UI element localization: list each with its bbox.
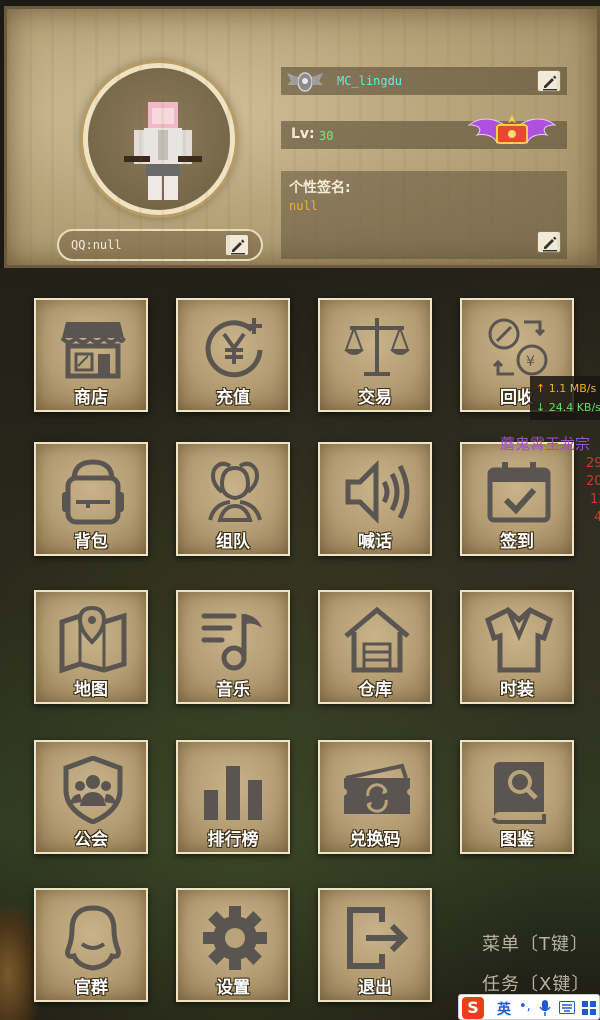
menu-button-map[interactable]: 地图 (34, 590, 148, 704)
side-panel-number: 29 (586, 456, 600, 471)
signature-label: 个性签名: (289, 180, 351, 196)
keyboard-icon[interactable] (559, 1001, 575, 1014)
speaker-icon (345, 459, 410, 525)
svg-text:¥: ¥ (526, 354, 535, 370)
qq-field: QQ:null (57, 229, 263, 261)
menu-button-settings[interactable]: 设置 (176, 888, 290, 1002)
ime-language-toggle[interactable]: 英 (497, 999, 511, 1019)
level-value: 30 (319, 129, 334, 143)
menu-label: 组队 (216, 532, 250, 552)
menu-button-shout[interactable]: 喊话 (318, 442, 432, 556)
shirt-icon (484, 606, 554, 673)
menu-button-signin[interactable]: 签到 (460, 442, 574, 556)
yen-plus-icon (205, 318, 263, 378)
calendar-check-icon (487, 462, 551, 523)
network-speed-widget: ↑ 1.1 MB/s ↓ 24.4 KB/s (530, 376, 600, 420)
side-panel-number: 4 (594, 510, 600, 525)
vip-wing-badge-icon (467, 115, 557, 144)
upload-speed: ↑ 1.1 MB/s (536, 382, 597, 395)
side-panel-number: 13 (590, 492, 600, 507)
ime-toolbar[interactable]: S 英 •, (458, 994, 600, 1020)
download-speed: ↓ 24.4 KB/s (536, 401, 600, 414)
scales-icon (344, 318, 410, 376)
backpack-icon (62, 459, 124, 525)
menu-label: 商店 (74, 388, 108, 408)
signature-box: 个性签名: null (281, 171, 567, 259)
shop-icon (60, 322, 126, 379)
menu-button-shop[interactable]: 商店 (34, 298, 148, 412)
pencil-icon (231, 239, 245, 255)
menu-label: 排行榜 (207, 830, 259, 850)
menu-button-codex[interactable]: 图鉴 (460, 740, 574, 854)
side-panel-title: 蘑鬼霄王龙宗 (500, 435, 591, 453)
team-icon (208, 461, 262, 522)
map-icon (59, 606, 127, 674)
menu-label: 官群 (74, 978, 108, 998)
menu-label: 充值 (216, 388, 250, 408)
menu-label: 地图 (74, 680, 108, 700)
menu-button-music[interactable]: 音乐 (176, 590, 290, 704)
task-key-hint: 任务〔X键〕 (482, 974, 591, 995)
menu-label: 喊话 (358, 532, 392, 552)
menu-key-hint: 菜单〔T键〕 (482, 934, 589, 955)
penguin-icon (65, 905, 121, 971)
music-icon (201, 613, 262, 671)
username-bar: MC_lingdu (281, 67, 567, 95)
pencil-icon (543, 75, 557, 91)
warehouse-icon (344, 606, 410, 673)
menu-label: 退出 (358, 978, 392, 998)
side-panel-number: 20 (586, 474, 600, 489)
menu-button-official-group[interactable]: 官群 (34, 888, 148, 1002)
punctuation-icon[interactable]: •, (519, 999, 531, 1014)
menu-button-fashion[interactable]: 时装 (460, 590, 574, 704)
player-avatar (83, 63, 235, 215)
menu-button-warehouse[interactable]: 仓库 (318, 590, 432, 704)
ticket-icon (344, 763, 410, 814)
menu-button-team[interactable]: 组队 (176, 442, 290, 556)
menu-button-recharge[interactable]: 充值 (176, 298, 290, 412)
ime-logo-icon[interactable]: S (462, 997, 484, 1019)
menu-label: 图鉴 (500, 830, 534, 850)
menu-button-backpack[interactable]: 背包 (34, 442, 148, 556)
edit-signature-button[interactable] (537, 231, 561, 253)
rank-crest-icon (287, 72, 323, 92)
menu-label: 签到 (500, 532, 534, 552)
menu-label: 设置 (216, 978, 250, 998)
exit-icon (347, 907, 409, 969)
menu-label: 时装 (500, 680, 534, 700)
grid-menu-icon[interactable] (581, 1000, 597, 1016)
edit-qq-button[interactable] (225, 234, 249, 256)
profile-panel: QQ:null MC_lingdu Lv: 30 个性签名: null (4, 6, 600, 268)
gear-icon (203, 906, 267, 970)
menu-button-redeem-code[interactable]: 兑换码 (318, 740, 432, 854)
player-skin-figure (124, 102, 202, 202)
guild-shield-icon (63, 756, 123, 824)
microphone-icon[interactable] (539, 1000, 551, 1016)
level-label: Lv: (291, 126, 315, 142)
menu-label: 公会 (74, 830, 108, 850)
menu-label: 音乐 (216, 680, 250, 700)
menu-label: 背包 (74, 532, 108, 552)
pencil-icon (543, 236, 557, 252)
bar-chart-icon (204, 766, 262, 820)
menu-button-exit[interactable]: 退出 (318, 888, 432, 1002)
menu-label: 仓库 (358, 680, 392, 700)
menu-button-guild[interactable]: 公会 (34, 740, 148, 854)
menu-label: 兑换码 (349, 830, 401, 850)
recycle-coins-icon: ¥ (488, 318, 548, 376)
edit-username-button[interactable] (537, 70, 561, 92)
menu-button-ranking[interactable]: 排行榜 (176, 740, 290, 854)
menu-label: 交易 (358, 388, 392, 408)
qq-text: QQ:null (71, 238, 122, 252)
menu-button-trade[interactable]: 交易 (318, 298, 432, 412)
book-search-icon (492, 762, 546, 824)
username-text: MC_lingdu (337, 74, 403, 88)
signature-text: null (289, 199, 318, 213)
